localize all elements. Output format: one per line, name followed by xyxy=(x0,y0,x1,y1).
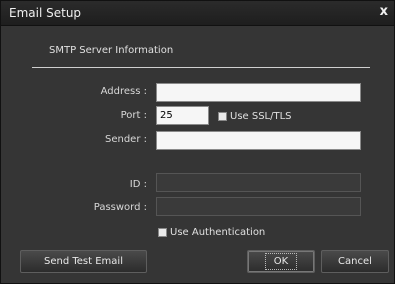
auth-checkbox[interactable] xyxy=(158,228,167,237)
auth-label: Use Authentication xyxy=(170,227,266,238)
title-bar[interactable]: Email Setup x xyxy=(1,1,394,26)
send-test-email-button[interactable]: Send Test Email xyxy=(20,250,147,273)
address-input[interactable] xyxy=(156,83,361,102)
sender-input[interactable] xyxy=(156,131,361,150)
id-label: ID : xyxy=(129,179,147,190)
ok-label: OK xyxy=(264,253,298,270)
email-setup-dialog: Email Setup x SMTP Server Information Ad… xyxy=(0,0,395,284)
cancel-button[interactable]: Cancel xyxy=(321,250,389,273)
password-input[interactable] xyxy=(156,197,361,216)
port-input[interactable] xyxy=(156,106,209,125)
close-icon[interactable]: x xyxy=(380,4,388,19)
ssl-checkbox[interactable] xyxy=(218,112,227,121)
ssl-label: Use SSL/TLS xyxy=(230,111,292,122)
send-test-email-label: Send Test Email xyxy=(44,256,123,267)
sender-label: Sender : xyxy=(105,134,147,145)
cancel-label: Cancel xyxy=(338,256,372,267)
ok-button[interactable]: OK xyxy=(247,250,315,273)
section-title: SMTP Server Information xyxy=(49,45,174,56)
address-label: Address : xyxy=(100,86,147,97)
section-divider xyxy=(32,67,370,68)
port-label: Port : xyxy=(120,110,147,121)
password-label: Password : xyxy=(93,202,147,213)
id-input[interactable] xyxy=(156,173,361,192)
window-title: Email Setup xyxy=(9,6,82,20)
